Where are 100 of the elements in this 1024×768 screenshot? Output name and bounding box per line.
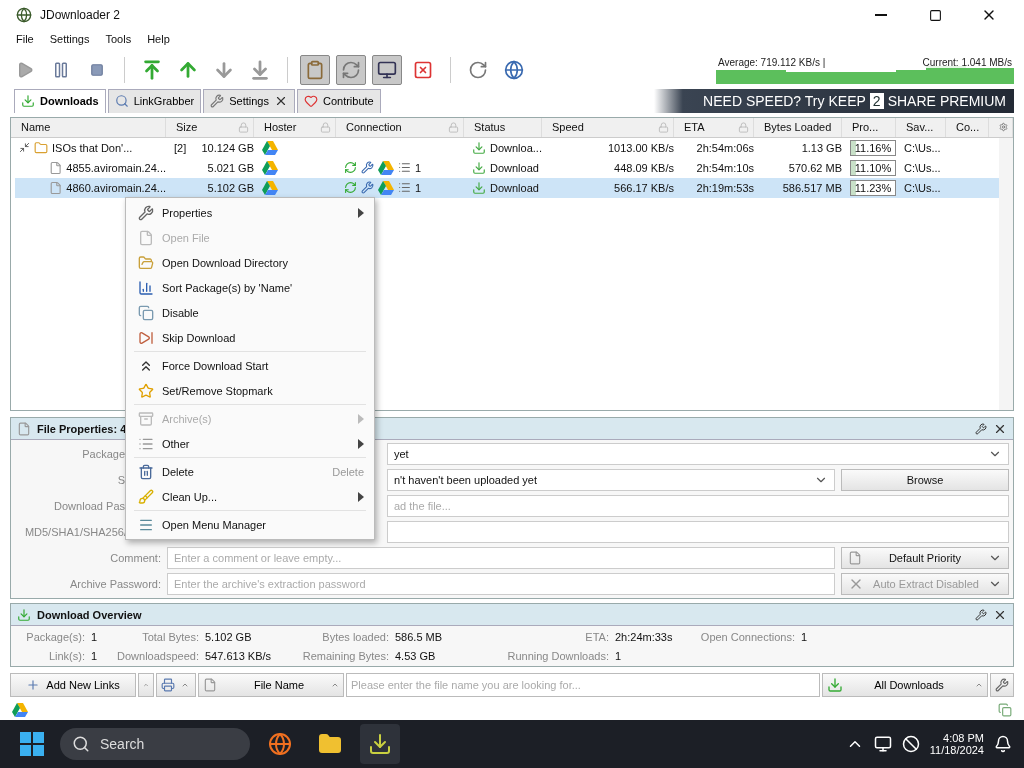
- menu-item[interactable]: Sort Package(s) by 'Name': [128, 275, 372, 300]
- column-header[interactable]: Status: [464, 117, 542, 137]
- download-icon: [21, 94, 35, 109]
- status-text: Download: [490, 161, 539, 174]
- column-header[interactable]: Name: [11, 117, 166, 137]
- column-header[interactable]: Hoster: [254, 117, 336, 137]
- banner-text: PREMIUM: [939, 92, 1006, 109]
- menu-item[interactable]: Settings: [41, 30, 98, 53]
- notification-icon[interactable]: [994, 735, 1012, 754]
- file-size: 5.102 GB: [207, 181, 254, 194]
- search-field[interactable]: Please enter the file name you are looking for...: [346, 673, 820, 698]
- printer-icon: [161, 678, 175, 693]
- settings-button[interactable]: [990, 673, 1014, 698]
- start-icon[interactable]: [20, 732, 44, 757]
- file-icon: [848, 551, 862, 566]
- checksum-field[interactable]: [387, 521, 1009, 544]
- file-icon: [49, 160, 63, 175]
- settings-icon[interactable]: [999, 121, 1008, 134]
- eta-value: 2h:54m:10s: [696, 161, 754, 174]
- stat-label: Package(s):: [25, 630, 86, 643]
- tab[interactable]: LinkGrabber: [107, 88, 202, 113]
- drive-icon: [262, 180, 278, 195]
- eta-value: 2h:54m:06s: [696, 141, 754, 154]
- stat-value: 586.5 MB: [395, 630, 443, 643]
- menu-item[interactable]: Open Download Directory: [128, 250, 372, 275]
- network-icon[interactable]: [873, 735, 892, 754]
- monitor-toggle[interactable]: [372, 54, 402, 85]
- file-size: 10.124 GB: [201, 141, 254, 154]
- banner-brand: 2: [869, 92, 884, 109]
- column-header[interactable]: Sav...: [896, 117, 946, 137]
- lock-icon: [738, 121, 749, 133]
- column-header[interactable]: Co...: [946, 117, 989, 137]
- column-header[interactable]: Size: [166, 117, 254, 137]
- shortcut-text: Delete: [332, 465, 364, 478]
- print-button[interactable]: [156, 673, 196, 698]
- file-size: 5.021 GB: [207, 161, 254, 174]
- download-password-field[interactable]: ad the file...: [387, 495, 1009, 518]
- banner-brand: SHARE: [887, 92, 936, 109]
- column-header[interactable]: ETA: [674, 117, 754, 137]
- menu-item[interactable]: Properties: [128, 200, 372, 225]
- speed-value: 448.09 KB/s: [614, 161, 674, 174]
- stat-value: 4.53 GB: [395, 649, 436, 662]
- save-to-field[interactable]: n't haven't been uploaded yet: [387, 469, 835, 492]
- wrench-icon[interactable]: [975, 422, 987, 435]
- menu-item[interactable]: File: [8, 30, 42, 53]
- taskbar-app-icon[interactable]: [360, 724, 400, 765]
- menu-item[interactable]: Set/Remove Stopmark: [128, 378, 372, 403]
- browse-button[interactable]: Browse: [841, 469, 1009, 492]
- priority-dropdown[interactable]: Default Priority: [841, 547, 1009, 570]
- column-header[interactable]: Pro...: [842, 117, 896, 137]
- ad-banner[interactable]: NEED SPEED? Try KEEP 2 SHARE PREMIUM: [654, 88, 1014, 113]
- wrench-icon[interactable]: [975, 608, 987, 621]
- comment-field[interactable]: Enter a comment or leave empty...: [167, 547, 835, 570]
- search-column-dropdown[interactable]: File Name: [198, 673, 344, 698]
- clipboard-toggle[interactable]: [300, 54, 330, 85]
- bar-chart-icon: [138, 279, 154, 296]
- menu-item[interactable]: Tools: [97, 30, 140, 53]
- menu-item[interactable]: Skip Download: [128, 325, 372, 350]
- progress-text: 11.10%: [854, 161, 892, 174]
- stat-label: Link(s):: [47, 649, 86, 662]
- field-label: Download Pas: [53, 500, 125, 513]
- stat-label: Running Downloads:: [506, 649, 610, 662]
- menu-item[interactable]: Open Menu Manager: [128, 512, 372, 537]
- window-title: JDownloader 2: [40, 8, 122, 23]
- tab[interactable]: Settings: [203, 88, 295, 113]
- menu-item[interactable]: Force Download Start: [128, 353, 372, 378]
- scrollbar[interactable]: [999, 137, 1013, 411]
- tab[interactable]: Contribute: [296, 88, 381, 113]
- column-header[interactable]: Bytes Loaded: [754, 117, 842, 137]
- submenu-arrow-icon: [358, 491, 364, 502]
- menu-item[interactable]: Clean Up...: [128, 484, 372, 509]
- lock-icon: [448, 121, 459, 133]
- collapse-icon[interactable]: [19, 142, 30, 154]
- file-name: 4855.aviromain.24...: [66, 161, 166, 174]
- rotate-icon: [468, 59, 488, 80]
- field-label: Comment:: [109, 552, 161, 565]
- stat-label: Total Bytes:: [141, 630, 200, 643]
- package-name-field[interactable]: yet: [387, 443, 1009, 466]
- pause-icon: [52, 60, 70, 79]
- column-header[interactable]: Connection: [336, 117, 464, 137]
- folder-icon: [138, 254, 154, 271]
- view-filter-dropdown[interactable]: All Downloads: [822, 673, 988, 698]
- stat-value: 1: [615, 649, 622, 662]
- column-header[interactable]: Speed: [542, 117, 674, 137]
- menu-item[interactable]: Disable: [128, 300, 372, 325]
- skip-icon: [138, 329, 154, 346]
- tab[interactable]: Downloads: [14, 88, 106, 113]
- taskbar-search[interactable]: Search: [60, 728, 250, 761]
- menu-item[interactable]: Delete Delete: [128, 459, 372, 484]
- reconnect-toggle[interactable]: [336, 54, 366, 85]
- volume-muted-icon[interactable]: [901, 735, 920, 754]
- menu-item[interactable]: Other: [128, 431, 372, 456]
- lock-icon: [320, 121, 331, 133]
- submenu-arrow-icon: [358, 438, 364, 449]
- add-links-button[interactable]: Add New Links: [10, 673, 136, 698]
- menu-item[interactable]: Help: [139, 30, 178, 53]
- clock-date: 11/18/2024: [929, 744, 984, 757]
- table-row[interactable]: 4860.aviromain.24... 5.102 GB 1 Download 566.17 KB/s 2h:19m:53s 586.517 MB 11.23% C:\Us...: [15, 177, 999, 198]
- archive-password-field[interactable]: Enter the archive's extraction password: [167, 573, 835, 596]
- arrow-up-to-line-icon: [141, 58, 163, 81]
